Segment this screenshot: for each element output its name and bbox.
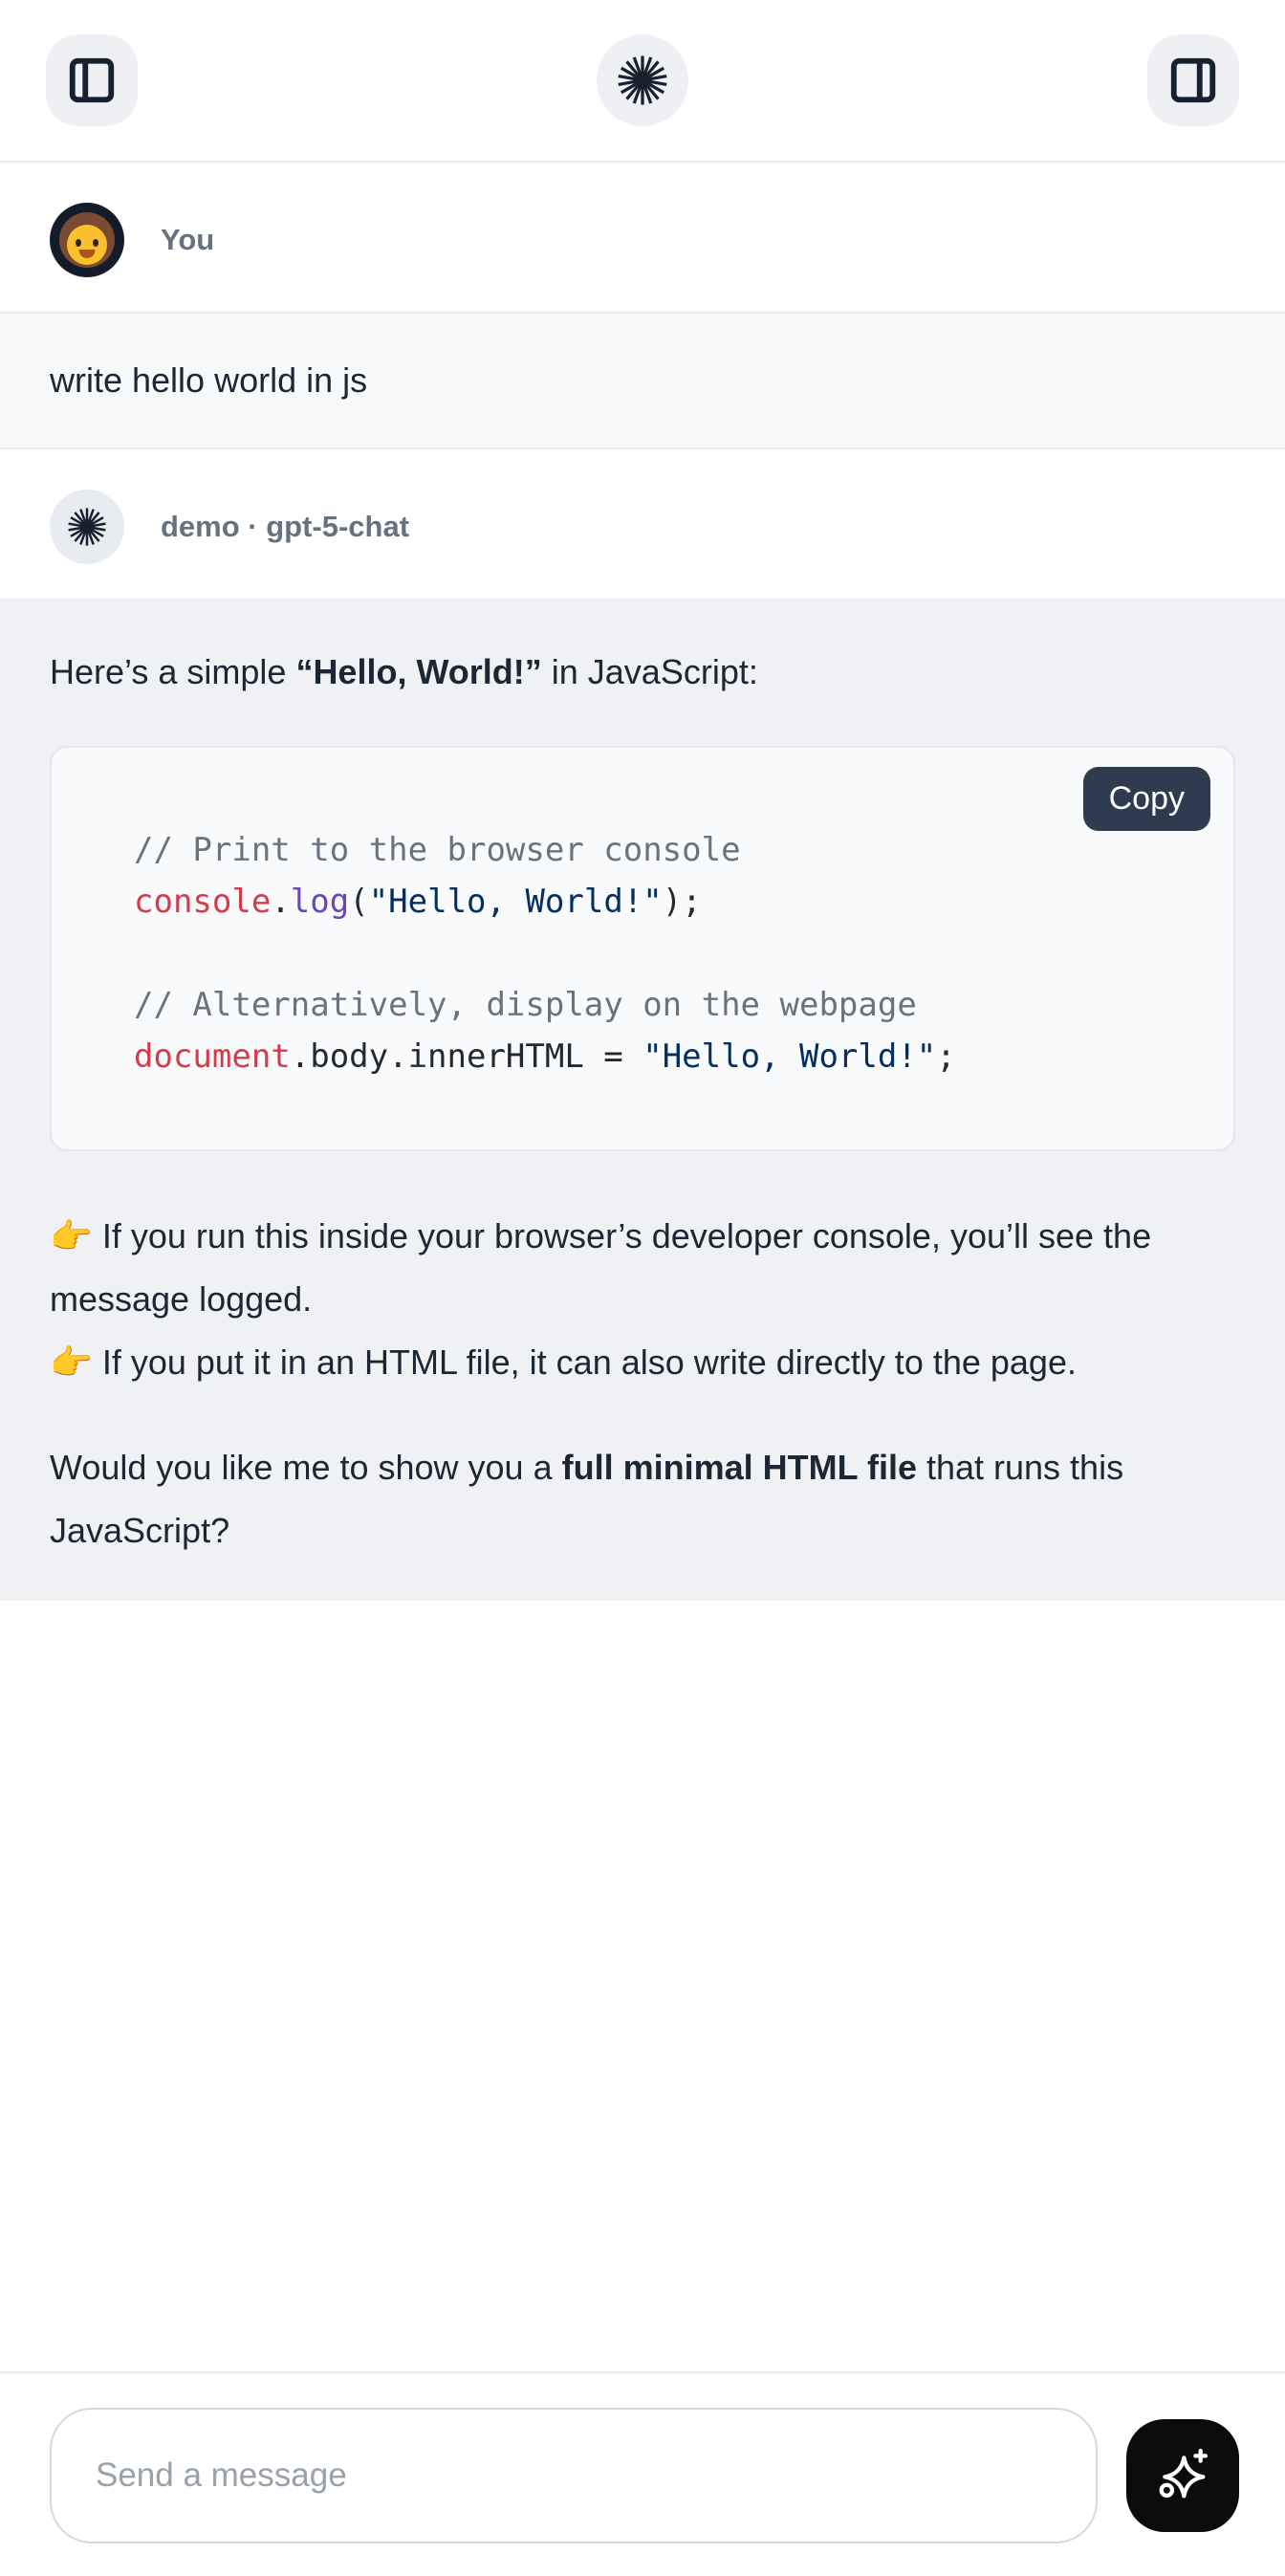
right-panel-toggle-button[interactable] xyxy=(1147,34,1239,126)
composer-bar xyxy=(0,2371,1285,2576)
send-button[interactable] xyxy=(1126,2419,1239,2532)
assistant-avatar xyxy=(50,490,124,564)
user-sender-label: You xyxy=(161,223,214,257)
assistant-message-bubble: Here’s a simple “Hello, World!” in JavaS… xyxy=(0,599,1285,1601)
assistant-message-header: demo · gpt-5-chat xyxy=(0,449,1285,599)
panel-left-icon xyxy=(66,55,118,106)
chat-app: You write hello world in js xyxy=(0,0,1285,2576)
code-block: Copy // Print to the browser consolecons… xyxy=(50,746,1235,1151)
top-bar xyxy=(0,0,1285,163)
model-label: demo · gpt-5-chat xyxy=(161,510,409,544)
message-input[interactable] xyxy=(50,2408,1098,2543)
copy-button[interactable]: Copy xyxy=(1083,767,1210,831)
starburst-logo-icon xyxy=(614,52,671,109)
user-message-header: You xyxy=(0,163,1285,312)
sidebar-toggle-button[interactable] xyxy=(46,34,138,126)
empty-chat-space xyxy=(0,1601,1285,2371)
code-content: // Print to the browser consoleconsole.l… xyxy=(134,824,1195,1082)
assistant-paragraph-2: Would you like me to show you a full min… xyxy=(50,1436,1235,1562)
person-emoji xyxy=(59,212,115,268)
assistant-paragraph-1: 👉 If you run this inside your browser’s … xyxy=(50,1205,1235,1394)
assistant-intro-text: Here’s a simple “Hello, World!” in JavaS… xyxy=(50,641,1235,704)
sparkles-icon xyxy=(1152,2445,1213,2506)
panel-right-icon xyxy=(1167,55,1219,106)
user-message-text: write hello world in js xyxy=(50,349,1235,412)
user-message: You write hello world in js xyxy=(0,163,1285,449)
chat-scroll-area[interactable]: You write hello world in js xyxy=(0,163,1285,2371)
user-avatar xyxy=(50,203,124,277)
user-message-bubble: write hello world in js xyxy=(0,312,1285,449)
app-logo-button[interactable] xyxy=(597,34,688,126)
starburst-icon xyxy=(65,505,109,549)
assistant-message: demo · gpt-5-chat Here’s a simple “Hello… xyxy=(0,449,1285,1601)
